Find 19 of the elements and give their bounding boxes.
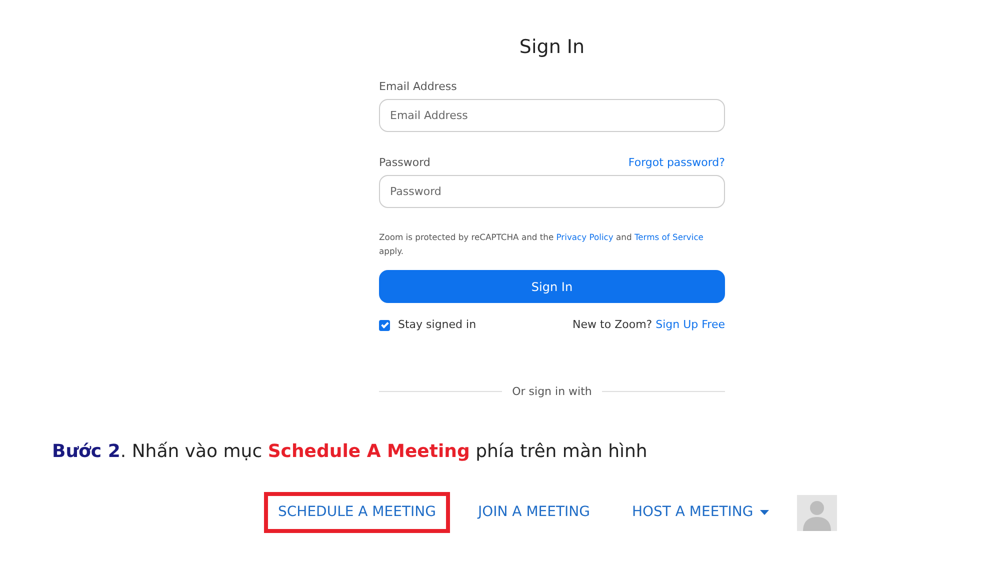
sign-in-button[interactable]: Sign In [379,270,725,303]
nav-link[interactable]: JOIN A MEETING [464,492,604,533]
nav-link[interactable]: HOST A MEETING [618,492,784,533]
nav-link[interactable]: SCHEDULE A MEETING [264,492,450,533]
sign-up-link[interactable]: Sign Up Free [656,318,725,331]
recaptcha-notice: Zoom is protected by reCAPTCHA and the Privacy Policy and Terms of Service apply. [379,231,704,258]
policy-link[interactable]: Privacy Policy [556,232,614,242]
field-label: Password [379,155,430,171]
email-field[interactable]: Email Address [379,99,725,132]
forgot-password-link[interactable]: Forgot password? [628,154,725,171]
checkbox[interactable] [379,320,390,331]
password-field[interactable]: Password [379,175,725,208]
checkbox-label: Stay signed in [398,317,476,333]
instruction-text: Bước 2. Nhấn vào mục Schedule A Meeting phía trên màn hình [52,440,648,464]
policy-link[interactable]: Terms of Service [634,232,704,242]
divider-text: Or sign in with [512,384,592,400]
page-title: Sign In [518,35,586,60]
signup-prompt: New to Zoom? [572,318,652,331]
field-label: Email Address [379,79,458,95]
